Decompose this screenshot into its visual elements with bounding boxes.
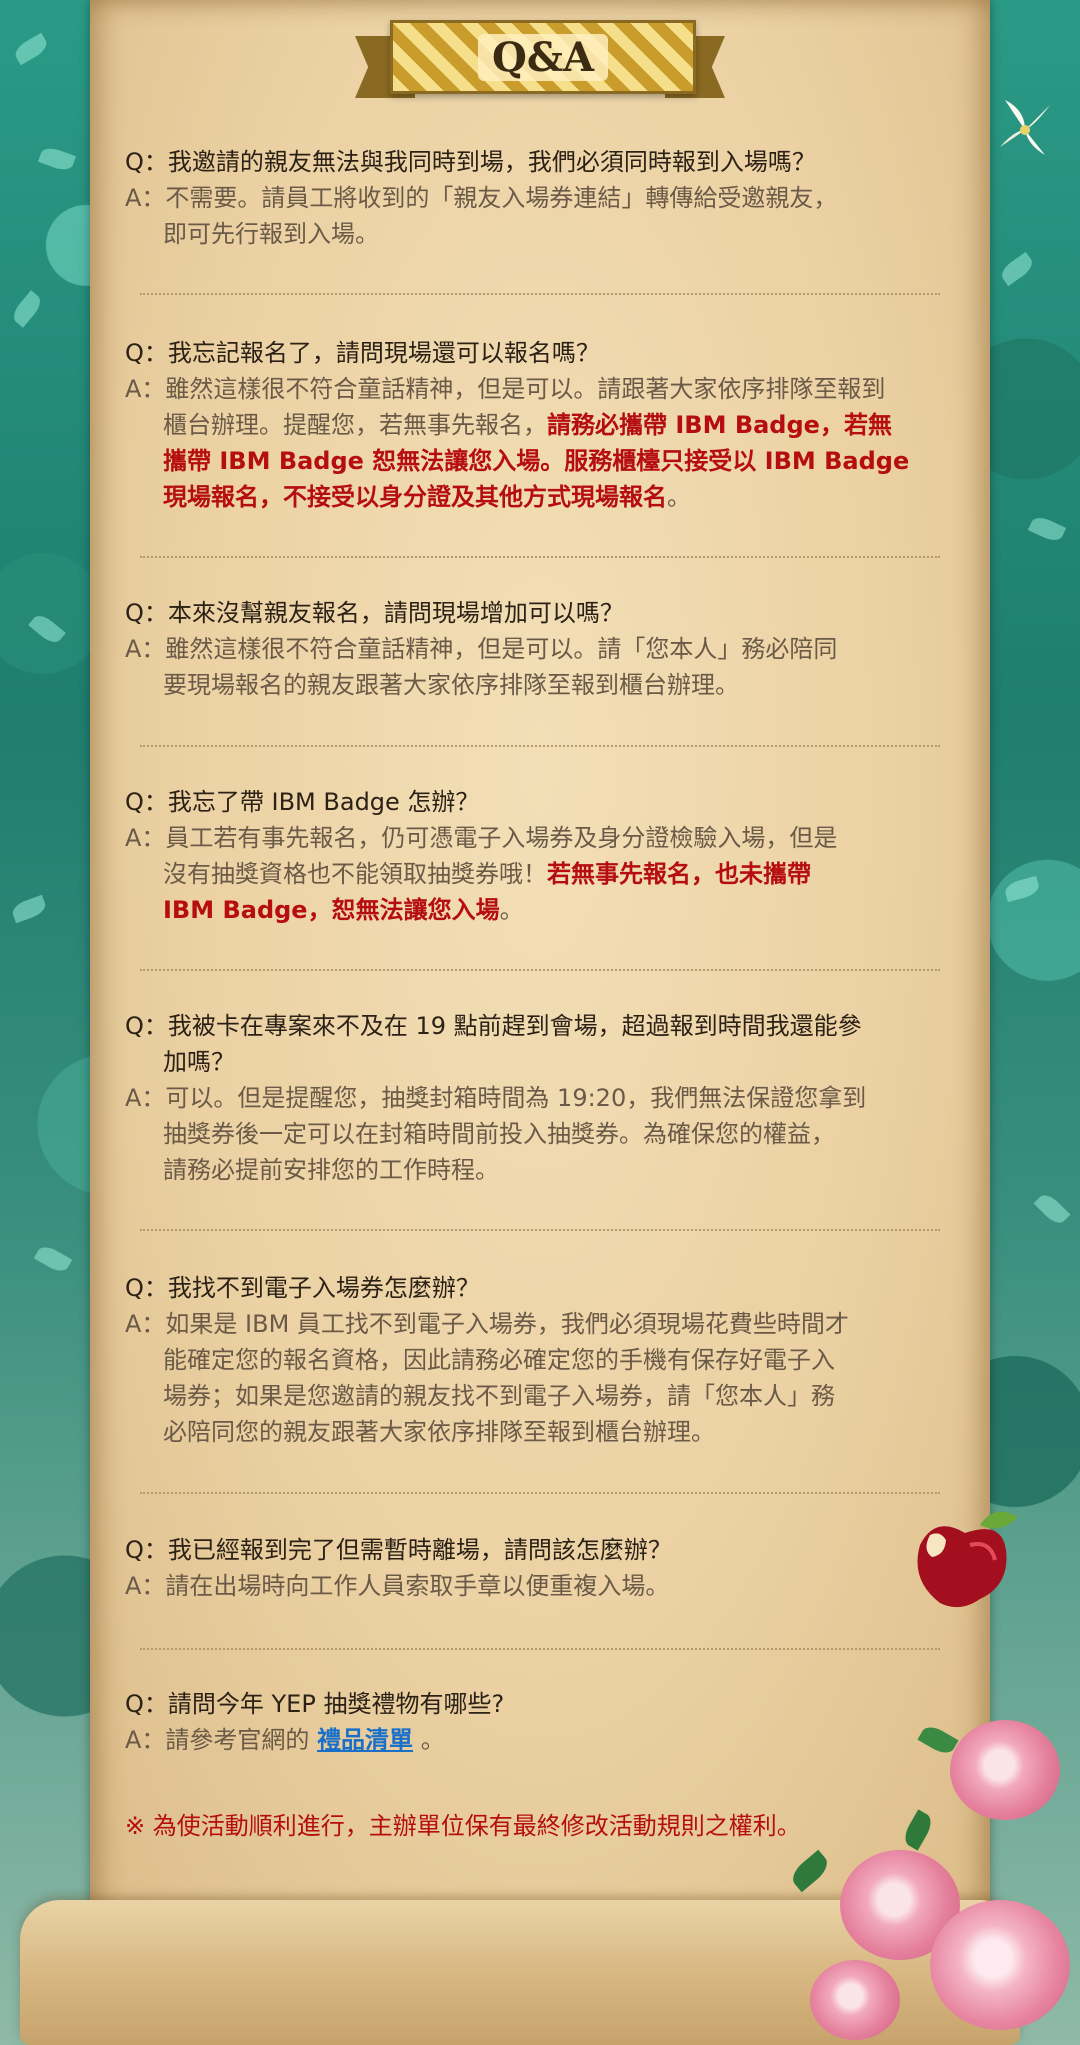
parchment-scroll — [90, 0, 990, 1920]
answer-text: 即可先行報到入場。 — [163, 220, 379, 248]
answer-text: 必陪同您的親友跟著大家依序排隊至報到櫃台辦理。 — [163, 1418, 715, 1446]
answer-text: 要現場報名的親友跟著大家依序排隊至報到櫃台辦理。 — [163, 671, 739, 699]
answer-text: 請參考官網的 — [165, 1726, 318, 1754]
question-text: 加嗎？ — [163, 1048, 235, 1076]
answer-label: A： — [125, 1572, 166, 1600]
faq-item: Q： 本來沒幫親友報名，請問現場增加可以嗎？ A： 雖然這樣很不符合童話精神，但是可… — [125, 595, 955, 703]
faq-item: Q： 我已經報到完了但需暫時離場，請問該怎麼辦？ A： 請在出場時向工作人員索取手章… — [125, 1532, 955, 1604]
answer-text: 能確定您的報名資格，因此請務必確定您的手機有保存好電子入 — [163, 1346, 835, 1374]
answer-text: 如果是 IBM 員工找不到電子入場券，我們必須現場花費些時間才 — [165, 1310, 849, 1338]
answer-highlight: 若無事先報名，也未攜帶 — [547, 860, 811, 888]
answer-label: A： — [125, 635, 166, 663]
answer-text: 雖然這樣很不符合童話精神，但是可以。請跟著大家依序排隊至報到 — [165, 375, 886, 403]
qa-banner: Q&A — [355, 20, 725, 100]
question-label: Q： — [125, 1690, 168, 1718]
question-text: 我找不到電子入場券怎麼辦？ — [167, 1274, 480, 1302]
answer-text: 不需要。請員工將收到的「親友入場券連結」轉傳給受邀親友， — [165, 184, 838, 212]
faq-item: Q： 我找不到電子入場券怎麼辦？ A： 如果是 IBM 員工找不到電子入場券，我們必… — [125, 1270, 955, 1450]
answer-text: 可以。但是提醒您，抽獎封箱時間為 19:20，我們無法保證您拿到 — [165, 1084, 867, 1112]
gift-list-link[interactable]: 禮品清單 — [317, 1726, 413, 1754]
answer-text: 。 — [413, 1726, 445, 1754]
question-label: Q： — [125, 1536, 168, 1564]
faq-item: Q： 我邀請的親友無法與我同時到場，我們必須同時報到入場嗎？ A： 不需要。請員工將… — [125, 144, 955, 252]
answer-label: A： — [125, 1084, 166, 1112]
answer-highlight: 攜帶 IBM Badge 恕無法讓您入場。服務櫃檯只接受以 IBM Badge — [163, 447, 910, 475]
question-text: 我邀請的親友無法與我同時到場，我們必須同時報到入場嗎？ — [167, 148, 816, 176]
answer-label: A： — [125, 184, 166, 212]
answer-label: A： — [125, 1310, 166, 1338]
divider — [140, 745, 940, 747]
question-text: 我忘記報名了，請問現場還可以報名嗎？ — [167, 339, 600, 367]
answer-highlight: 請務必攜帶 IBM Badge，若無 — [547, 411, 892, 439]
answer-text: 雖然這樣很不符合童話精神，但是可以。請「您本人」務必陪同 — [165, 635, 838, 663]
notice-text: ※ 為使活動順利進行，主辦單位保有最終修改活動規則之權利。 — [125, 1812, 801, 1840]
apple-icon — [917, 1511, 1018, 1608]
question-text: 我被卡在專案來不及在 19 點前趕到會場，超過報到時間我還能參 — [167, 1012, 862, 1040]
question-text: 請問今年 YEP 抽獎禮物有哪些? — [167, 1690, 505, 1718]
answer-highlight: IBM Badge，恕無法讓您入場 — [163, 896, 500, 924]
answer-label: A： — [125, 824, 166, 852]
divider — [140, 556, 940, 558]
question-text: 我已經報到完了但需暫時離場，請問該怎麼辦？ — [167, 1536, 672, 1564]
question-label: Q： — [125, 1012, 168, 1040]
lily-flower-icon — [1000, 100, 1050, 155]
answer-text: 。 — [667, 483, 691, 511]
question-label: Q： — [125, 1274, 168, 1302]
divider — [140, 1492, 940, 1494]
answer-text: 請在出場時向工作人員索取手章以便重複入場。 — [165, 1572, 670, 1600]
question-label: Q： — [125, 339, 168, 367]
answer-text: 抽獎券後一定可以在封箱時間前投入抽獎券。為確保您的權益， — [163, 1120, 835, 1148]
answer-label: A： — [125, 1726, 166, 1754]
faq-item: Q： 我忘記報名了，請問現場還可以報名嗎？ A： 雖然這樣很不符合童話精神，但是可以… — [125, 335, 955, 515]
answer-highlight: 現場報名，不接受以身分證及其他方式現場報名 — [163, 483, 667, 511]
faq-item: Q： 我忘了帶 IBM Badge 怎辦？ A： 員工若有事先報名，仍可憑電子入場券… — [125, 784, 955, 928]
answer-text: 員工若有事先報名，仍可憑電子入場券及身分證檢驗入場，但是 — [165, 824, 838, 852]
page-title: Q&A — [478, 33, 608, 81]
answer-text: 。 — [499, 896, 524, 924]
question-label: Q： — [125, 788, 168, 816]
divider — [140, 293, 940, 295]
question-label: Q： — [125, 148, 168, 176]
question-label: Q： — [125, 599, 168, 627]
banner-body: Q&A — [390, 20, 696, 94]
answer-text: 場券；如果是您邀請的親友找不到電子入場券，請「您本人」務 — [163, 1382, 835, 1410]
answer-label: A： — [125, 375, 166, 403]
question-text: 我忘了帶 IBM Badge 怎辦？ — [167, 788, 480, 816]
faq-item: Q： 我被卡在專案來不及在 19 點前趕到會場，超過報到時間我還能參 加嗎？ A：… — [125, 1008, 955, 1188]
answer-text: 櫃台辦理。提醒您，若無事先報名， — [163, 411, 547, 439]
question-text: 本來沒幫親友報名，請問現場增加可以嗎？ — [167, 599, 624, 627]
answer-text: 請務必提前安排您的工作時程。 — [163, 1156, 499, 1184]
divider — [140, 1648, 940, 1650]
divider — [140, 969, 940, 971]
faq-item: Q： 請問今年 YEP 抽獎禮物有哪些? A： 請參考官網的 禮品清單 。 — [125, 1686, 955, 1758]
divider — [140, 1229, 940, 1231]
answer-text: 沒有抽獎資格也不能領取抽獎券哦！ — [163, 860, 547, 888]
